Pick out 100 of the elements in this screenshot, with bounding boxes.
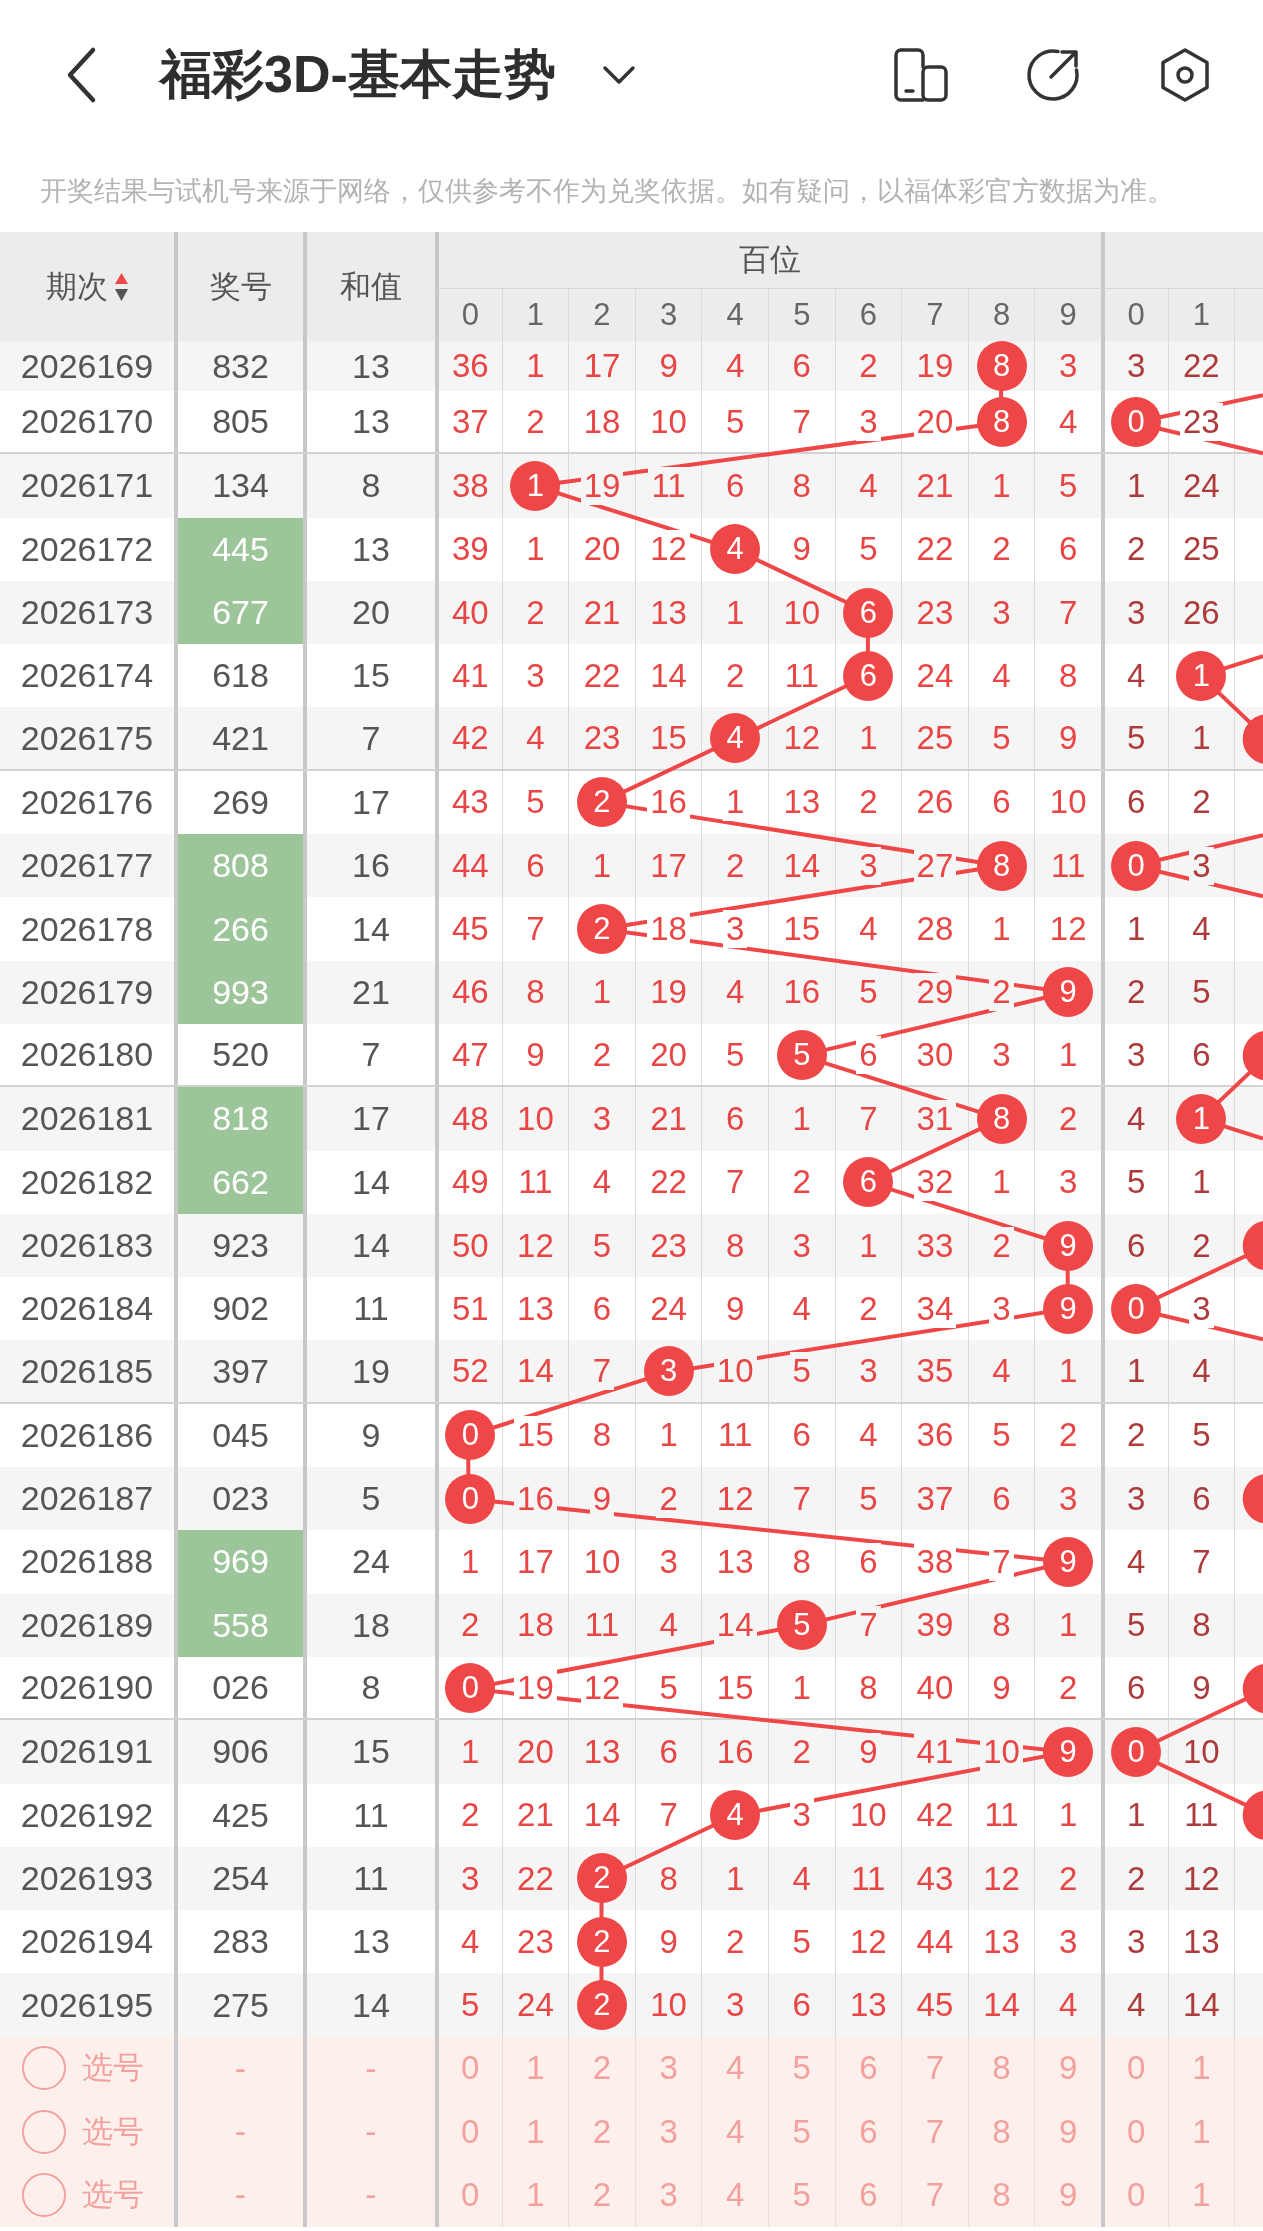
digit-option[interactable]: 3	[634, 2163, 702, 2227]
period-number: 2026175	[19, 717, 155, 759]
group-header: 百位	[738, 241, 801, 279]
period-number: 2026170	[19, 401, 155, 443]
period-number: 2026183	[19, 1225, 155, 1266]
number-ball: 3	[643, 1346, 694, 1397]
draw-number: 445	[174, 517, 303, 581]
column-header: 期次	[45, 267, 108, 306]
period-number: 2026174	[19, 655, 155, 697]
pick-button[interactable]: 选号	[22, 2109, 144, 2154]
digit-option[interactable]: 1	[1167, 2163, 1235, 2227]
omission-count: 23	[1179, 402, 1223, 441]
radio-icon[interactable]	[22, 2172, 66, 2217]
number-ball: 8	[976, 1093, 1027, 1144]
period-number: 2026169	[19, 345, 155, 387]
period-number: 2026188	[19, 1541, 155, 1583]
period-number: 2026185	[19, 1350, 155, 1392]
period-number: 2026172	[19, 528, 155, 570]
draw-number: 558	[174, 1593, 303, 1657]
draw-number: 266	[174, 897, 303, 961]
number-ball: 4	[710, 1790, 761, 1841]
number-ball: 2	[577, 1853, 627, 1904]
draw-number: 993	[174, 960, 303, 1024]
number-ball: 2	[577, 777, 627, 828]
number-ball: 5	[776, 1029, 827, 1080]
period-number: 2026181	[19, 1098, 155, 1140]
radio-icon[interactable]	[22, 2109, 66, 2154]
period-number: 2026194	[19, 1921, 155, 1963]
number-ball: 9	[1043, 1726, 1094, 1777]
number-ball: 8	[976, 840, 1027, 891]
digit-option[interactable]: 6	[834, 2163, 902, 2227]
draw-number: 662	[174, 1150, 303, 1214]
omission-count: 6	[856, 1035, 881, 1074]
devices-icon[interactable]	[893, 47, 949, 103]
omission-count: 3	[1189, 846, 1214, 885]
digit-option[interactable]: 0	[1100, 2163, 1168, 2227]
number-ball: 0	[1111, 840, 1162, 891]
number-ball: 9	[1043, 1283, 1094, 1334]
column-header: 奖号	[209, 267, 272, 306]
digit-option[interactable]: 4	[701, 2163, 768, 2227]
number-ball: 0	[1111, 1726, 1162, 1777]
digit-option[interactable]: 1	[501, 2163, 569, 2227]
number-ball: 2	[577, 904, 627, 954]
radio-icon[interactable]	[22, 2046, 66, 2091]
period-number: 2026178	[19, 908, 155, 950]
column-header: 和值	[340, 267, 402, 306]
disclaimer-text: 开奖结果与试机号来源于网络，仅供参考不作为兑奖依据。如有疑问，以福体彩官方数据为准。	[39, 175, 1175, 208]
digit-option[interactable]: 2	[568, 2163, 635, 2227]
digit-option[interactable]: 8	[967, 2163, 1035, 2227]
period-number: 2026193	[19, 1857, 155, 1899]
number-ball: 0	[1111, 396, 1162, 447]
omission-count: 12	[580, 1668, 624, 1707]
digit-option[interactable]: 9	[1034, 2163, 1101, 2227]
period-number: 2026190	[19, 1667, 155, 1709]
period-number: 2026179	[19, 971, 155, 1013]
pick-button[interactable]: 选号	[22, 2046, 144, 2091]
number-ball: 0	[1111, 1283, 1162, 1334]
period-number: 2026173	[19, 592, 155, 634]
page-title: 福彩3D-基本走势	[160, 44, 556, 105]
number-ball: 4	[710, 524, 761, 575]
period-number: 2026171	[19, 465, 155, 507]
pick-button[interactable]: 选号	[22, 2172, 144, 2217]
number-ball: 1	[1176, 650, 1227, 701]
omission-count: 3	[723, 910, 748, 948]
number-ball: 9	[1043, 967, 1094, 1018]
number-ball: 9	[1043, 1537, 1094, 1587]
number-ball: 9	[1043, 1220, 1094, 1271]
period-number: 2026192	[19, 1794, 155, 1836]
caret-icon[interactable]	[601, 65, 636, 85]
number-ball: 8	[976, 341, 1027, 391]
period-number: 2026182	[19, 1161, 155, 1203]
digit-option[interactable]: 7	[901, 2163, 968, 2227]
draw-number: 677	[174, 580, 303, 645]
number-ball: 6	[843, 650, 894, 701]
number-ball: 6	[843, 587, 894, 638]
draw-number: 969	[174, 1530, 303, 1594]
number-ball: 0	[445, 1473, 496, 1524]
period-number: 2026176	[19, 781, 155, 823]
number-ball: 1	[1176, 1093, 1227, 1144]
number-ball: 2	[577, 1980, 627, 2031]
draw-number: 808	[174, 834, 303, 898]
period-number: 2026195	[19, 1984, 155, 2026]
period-number: 2026187	[19, 1478, 155, 1520]
digit-option[interactable]: 5	[767, 2163, 835, 2227]
number-ball: 5	[776, 1600, 827, 1651]
period-number: 2026177	[19, 845, 155, 887]
period-number: 2026180	[19, 1034, 155, 1076]
number-ball: 1	[510, 460, 561, 511]
number-ball: 6	[843, 1157, 894, 1208]
omission-count: 27	[913, 846, 957, 885]
period-number: 2026186	[19, 1414, 155, 1456]
number-ball: 0	[445, 1410, 496, 1461]
number-ball: 0	[445, 1662, 496, 1713]
placeholder-dash: -	[303, 2163, 435, 2227]
digit-option[interactable]: 0	[435, 2163, 502, 2227]
period-number: 2026191	[19, 1731, 155, 1773]
placeholder-dash: -	[174, 2163, 303, 2227]
share-icon[interactable]	[1025, 47, 1081, 103]
sort-icon[interactable]	[113, 271, 129, 302]
number-ball: 2	[577, 1916, 627, 1967]
